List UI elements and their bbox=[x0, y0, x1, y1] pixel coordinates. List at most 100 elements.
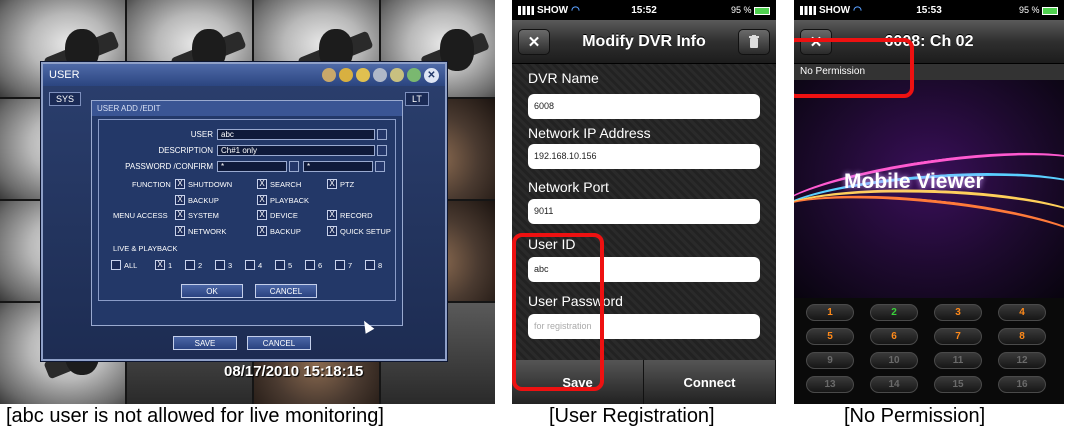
channel-key-12[interactable]: 12 bbox=[998, 352, 1046, 369]
confirm-input[interactable]: * bbox=[303, 161, 373, 172]
status-bar: SHOW ◠ 15:52 95 % bbox=[512, 0, 776, 20]
channel-key-5[interactable]: 5 bbox=[806, 328, 854, 345]
save-button[interactable]: SAVE bbox=[173, 336, 237, 350]
checkbox-ptz[interactable]: X PTZ bbox=[327, 179, 354, 189]
dvr-screen: USER ✕ SYS LT USER ADD /EDIT USER abc DE… bbox=[0, 0, 495, 404]
battery-icon bbox=[1042, 6, 1058, 15]
checkbox-label: PLAYBACK bbox=[270, 195, 310, 205]
tab-lt[interactable]: LT bbox=[405, 92, 429, 106]
channel-4[interactable]: 4 bbox=[245, 260, 262, 270]
channel-3[interactable]: 3 bbox=[215, 260, 232, 270]
channel-7[interactable]: 7 bbox=[335, 260, 352, 270]
checkbox-menu-backup[interactable]: X BACKUP bbox=[257, 226, 301, 236]
highlight-user-credentials bbox=[512, 233, 604, 391]
channel-key-8[interactable]: 8 bbox=[998, 328, 1046, 345]
user-label: USER bbox=[190, 130, 213, 139]
user-window-title: USER bbox=[49, 69, 80, 81]
keyboard-icon[interactable] bbox=[289, 161, 299, 172]
caption-permission: [No Permission] bbox=[844, 405, 986, 427]
network-icon[interactable] bbox=[407, 68, 421, 82]
highlight-no-permission bbox=[794, 38, 914, 98]
channel-key-4[interactable]: 4 bbox=[998, 304, 1046, 321]
checkbox-label: RECORD bbox=[340, 210, 373, 220]
channel-key-6[interactable]: 6 bbox=[870, 328, 918, 345]
channel-key-1[interactable]: 1 bbox=[806, 304, 854, 321]
checkbox-label: 3 bbox=[228, 260, 233, 270]
channel-key-3[interactable]: 3 bbox=[934, 304, 982, 321]
channel-key-16[interactable]: 16 bbox=[998, 376, 1046, 393]
trash-icon[interactable] bbox=[738, 29, 770, 55]
viewer-logo-text: Mobile Viewer bbox=[844, 170, 984, 193]
description-input[interactable]: Ch#1 only bbox=[217, 145, 375, 156]
checkbox-box: X bbox=[327, 210, 337, 220]
channel-key-13[interactable]: 13 bbox=[806, 376, 854, 393]
system-icon[interactable] bbox=[373, 68, 387, 82]
display-icon[interactable] bbox=[339, 68, 353, 82]
port-label: Network Port bbox=[528, 179, 609, 195]
checkbox-system[interactable]: X SYSTEM bbox=[175, 210, 219, 220]
carrier-name: SHOW bbox=[537, 4, 569, 16]
checkbox-network[interactable]: X NETWORK bbox=[175, 226, 226, 236]
caption-dvr: [abc user is not allowed for live monito… bbox=[6, 405, 384, 427]
status-bar: SHOW ◠ 15:53 95 % bbox=[794, 0, 1064, 20]
channel-8[interactable]: 8 bbox=[365, 260, 382, 270]
channel-key-11[interactable]: 11 bbox=[934, 352, 982, 369]
checkbox-label: BACKUP bbox=[270, 226, 301, 236]
signal-icon bbox=[518, 5, 534, 15]
channel-key-2[interactable]: 2 bbox=[870, 304, 918, 321]
user-input[interactable]: abc bbox=[217, 129, 375, 140]
connect-button[interactable]: Connect bbox=[644, 360, 776, 404]
checkbox-backup[interactable]: X BACKUP bbox=[175, 195, 219, 205]
checkbox-box: X bbox=[257, 226, 267, 236]
record-icon[interactable] bbox=[390, 68, 404, 82]
channel-all[interactable]: ALL bbox=[111, 260, 137, 270]
camera-icon[interactable] bbox=[322, 68, 336, 82]
channel-2[interactable]: 2 bbox=[185, 260, 202, 270]
close-icon[interactable]: ✕ bbox=[424, 67, 439, 83]
function-label: FUNCTION bbox=[132, 180, 171, 189]
tab-sys[interactable]: SYS bbox=[49, 92, 82, 106]
channel-key-10[interactable]: 10 bbox=[870, 352, 918, 369]
user-window: USER ✕ SYS LT USER ADD /EDIT USER abc DE… bbox=[41, 62, 447, 361]
edit-dialog-title: USER ADD /EDIT bbox=[92, 101, 402, 116]
cancel-footer-button[interactable]: CANCEL bbox=[247, 336, 311, 350]
checkbox-label: 2 bbox=[198, 260, 203, 270]
port-input[interactable]: 9011 bbox=[528, 199, 760, 224]
checkbox-device[interactable]: X DEVICE bbox=[257, 210, 298, 220]
checkbox-playback[interactable]: X PLAYBACK bbox=[257, 195, 309, 205]
battery-level: 95 % bbox=[686, 5, 770, 15]
password-input[interactable]: * bbox=[217, 161, 287, 172]
checkbox-box: X bbox=[257, 179, 267, 189]
checkbox-box bbox=[305, 260, 315, 270]
channel-6[interactable]: 6 bbox=[305, 260, 322, 270]
keyboard-icon[interactable] bbox=[375, 161, 385, 172]
ok-button[interactable]: OK bbox=[181, 284, 243, 298]
channel-key-9[interactable]: 9 bbox=[806, 352, 854, 369]
close-button[interactable]: ✕ bbox=[518, 29, 550, 55]
checkbox-label: NETWORK bbox=[188, 226, 227, 236]
channel-1[interactable]: X1 bbox=[155, 260, 172, 270]
audio-icon[interactable] bbox=[356, 68, 370, 82]
cancel-button[interactable]: CANCEL bbox=[255, 284, 317, 298]
battery-text: 95 % bbox=[730, 5, 752, 15]
checkbox-label: 7 bbox=[348, 260, 353, 270]
channel-key-14[interactable]: 14 bbox=[870, 376, 918, 393]
checkbox-label: ALL bbox=[124, 260, 138, 270]
channel-key-7[interactable]: 7 bbox=[934, 328, 982, 345]
checkbox-quick-setup[interactable]: X QUICK SETUP bbox=[327, 226, 391, 236]
channel-5[interactable]: 5 bbox=[275, 260, 292, 270]
checkbox-record[interactable]: X RECORD bbox=[327, 210, 373, 220]
checkbox-box: X bbox=[257, 195, 267, 205]
checkbox-box bbox=[185, 260, 195, 270]
channel-key-15[interactable]: 15 bbox=[934, 376, 982, 393]
keyboard-icon[interactable] bbox=[377, 145, 387, 156]
nav-title: Modify DVR Info bbox=[582, 32, 706, 50]
dvr-name-input[interactable]: 6008 bbox=[528, 94, 760, 119]
battery-level: 95 % bbox=[972, 5, 1058, 15]
clock: 15:53 bbox=[916, 4, 942, 16]
keyboard-icon[interactable] bbox=[377, 129, 387, 140]
ip-input[interactable]: 192.168.10.156 bbox=[528, 144, 760, 169]
checkbox-label: SYSTEM bbox=[188, 210, 219, 220]
checkbox-shutdown[interactable]: X SHUTDOWN bbox=[175, 179, 232, 189]
checkbox-search[interactable]: X SEARCH bbox=[257, 179, 301, 189]
